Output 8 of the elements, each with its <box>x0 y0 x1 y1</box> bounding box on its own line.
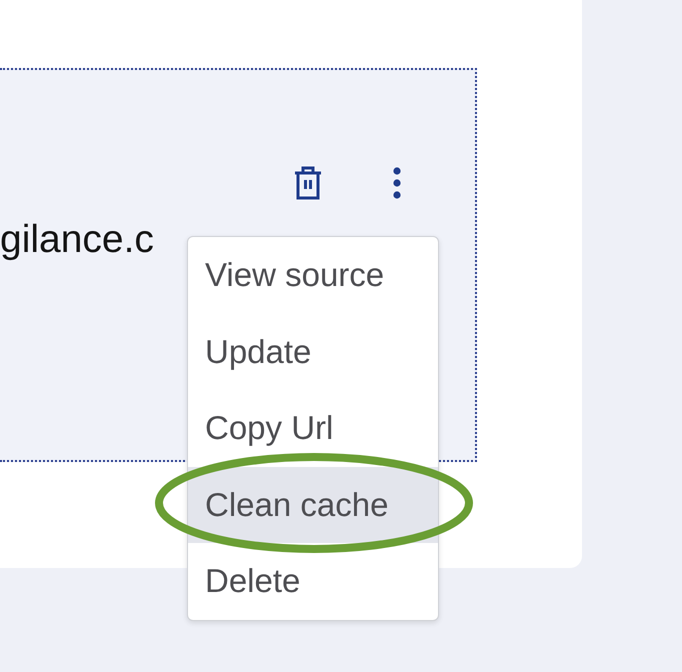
file-name: gilance.c <box>0 217 154 263</box>
menu-item[interactable]: Delete <box>188 543 438 620</box>
menu-item[interactable]: Clean cache <box>188 466 438 543</box>
trash-icon[interactable] <box>292 165 324 201</box>
menu-item[interactable]: View source <box>188 237 438 314</box>
menu-item[interactable]: Update <box>188 314 438 390</box>
menu-item[interactable]: Copy Url <box>188 390 438 466</box>
more-icon[interactable] <box>392 166 402 200</box>
